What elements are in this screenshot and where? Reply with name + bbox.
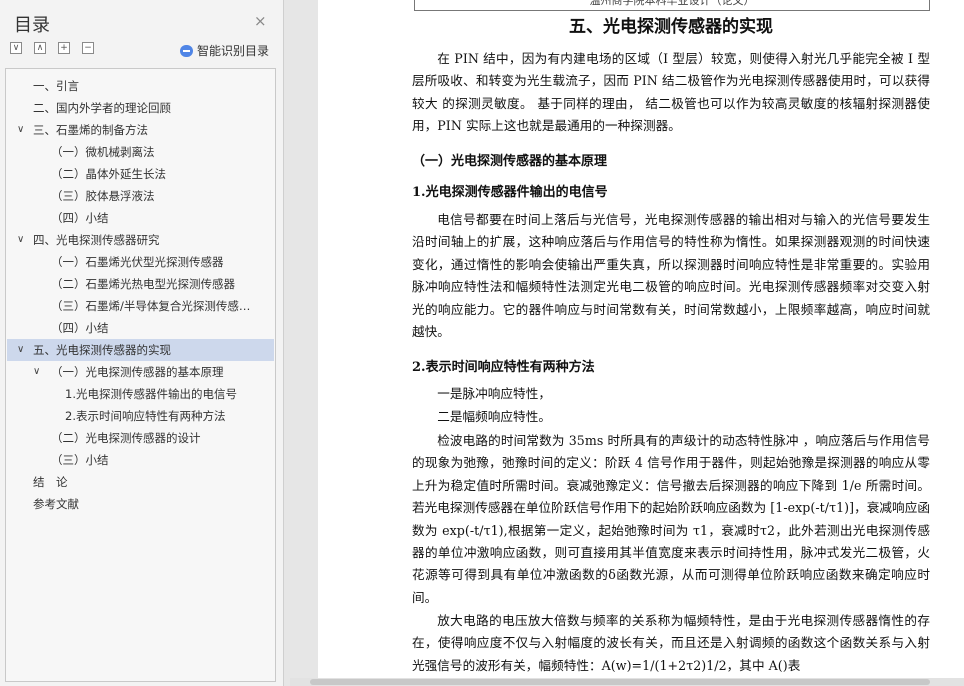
toc-item[interactable]: 结 论 [7, 471, 274, 493]
smart-toc-button[interactable]: 智能识别目录 [180, 42, 269, 59]
toc-item-label: 二、国内外学者的理论回顾 [33, 101, 171, 115]
smart-recognize-icon [180, 45, 193, 57]
toc-item[interactable]: （二）晶体外延生长法 [7, 163, 274, 185]
toc-item-label: （三）石墨烯/半导体复合光探测传感… [51, 299, 251, 313]
toc-item[interactable]: 2.表示时间响应特性有两种方法 [7, 405, 274, 427]
section-title: 五、光电探测传感器的实现 [569, 17, 773, 37]
toc-item-label: （二）光电探测传感器的设计 [51, 431, 201, 445]
toc-item-label: 一、引言 [33, 79, 79, 93]
toc-item[interactable]: 二、国内外学者的理论回顾 [7, 97, 274, 119]
toc-item-label: 三、石墨烯的制备方法 [33, 123, 148, 137]
toc-item-label: （一）微机械剥离法 [51, 145, 155, 159]
chevron-down-icon[interactable]: ∨ [17, 229, 24, 251]
paragraph-pin: 在 PIN 结中，因为有内建电场的区域（I 型层）较宽，则使得入射光几乎能完全被… [412, 51, 930, 134]
toc-item[interactable]: ∨ 五、光电探测传感器的实现 [7, 339, 274, 361]
chevron-down-icon[interactable]: ∨ [17, 339, 24, 361]
paragraph-amplitude-frequency: 放大电路的电压放大倍数与频率的关系称为幅频特性，是由于光电探测传感器惰性的存在，… [412, 613, 930, 673]
toc-item-label: 参考文献 [33, 497, 79, 511]
toc-item-label: 2.表示时间响应特性有两种方法 [65, 409, 226, 423]
toc-item-label: 1.光电探测传感器件输出的电信号 [65, 387, 237, 401]
smart-toc-label: 智能识别目录 [197, 44, 270, 58]
toc-item-label: （四）小结 [51, 321, 109, 335]
toc-item[interactable]: （一）石墨烯光伏型光探测传感器 [7, 251, 274, 273]
toc-item-label: （三）胶体悬浮液法 [51, 189, 155, 203]
horizontal-scrollbar[interactable] [290, 678, 964, 686]
add-heading-icon[interactable]: + [58, 42, 70, 54]
toc-item-label: 结 论 [33, 475, 68, 489]
paragraph-freq-response: 二是幅频响应特性。 [437, 409, 551, 424]
heading-output-signal: 1.光电探测传感器件输出的电信号 [412, 185, 608, 200]
toc-list: 一、引言二、国内外学者的理论回顾 ∨ 三、石墨烯的制备方法 （一）微机械剥离法 （二）晶… [5, 68, 276, 682]
toc-item-label: 五、光电探测传感器的实现 [33, 343, 171, 357]
expand-all-icon[interactable]: ∨ [10, 42, 22, 54]
close-icon[interactable]: × [254, 12, 267, 30]
toc-item-label: （一）石墨烯光伏型光探测传感器 [51, 255, 224, 269]
panel-splitter[interactable] [284, 0, 318, 686]
toc-item[interactable]: （一）微机械剥离法 [7, 141, 274, 163]
paragraph-inertia: 电信号都要在时间上落后与光信号，光电探测传感器的输出相对与输入的光信号要发生沿时… [412, 212, 930, 340]
toc-item[interactable]: 1.光电探测传感器件输出的电信号 [7, 383, 274, 405]
toc-item[interactable]: 一、引言 [7, 75, 274, 97]
toc-item-label: （二）晶体外延生长法 [51, 167, 166, 181]
toc-item[interactable]: （四）小结 [7, 317, 274, 339]
toc-item-label: （一）光电探测传感器的基本原理 [51, 365, 224, 379]
page-header: 温州商学院本科毕业设计（论文） [414, 0, 930, 11]
paragraph-pulse-response: 一是脉冲响应特性， [437, 386, 551, 401]
toc-item-label: 四、光电探测传感器研究 [33, 233, 160, 247]
toc-item[interactable]: ∨ 三、石墨烯的制备方法 [7, 119, 274, 141]
toc-item[interactable]: （三）小结 [7, 449, 274, 471]
toc-item-label: （四）小结 [51, 211, 109, 225]
toc-item[interactable]: 参考文献 [7, 493, 274, 515]
toc-item-label: （三）小结 [51, 453, 109, 467]
heading-basic-principle: （一）光电探测传感器的基本原理 [412, 154, 608, 169]
chevron-down-icon[interactable]: ∨ [17, 119, 24, 141]
navigation-panel: 目录 × ∨ ∧ + − 智能识别目录 一、引言二、国内外学者的理论回顾 ∨ 三、石… [0, 0, 284, 686]
scrollbar-thumb[interactable] [310, 679, 930, 685]
toc-item[interactable]: （二）石墨烯光热电型光探测传感器 [7, 273, 274, 295]
paragraph-relaxation: 检波电路的时间常数为 35ms 时所具有的声级计的动态特性脉冲 ，响应落后与作用… [412, 433, 930, 605]
chevron-down-icon[interactable]: ∨ [33, 361, 40, 383]
toc-item[interactable]: ∨ （一）光电探测传感器的基本原理 [7, 361, 274, 383]
toc-item[interactable]: （三）石墨烯/半导体复合光探测传感… [7, 295, 274, 317]
heading-time-response: 2.表示时间响应特性有两种方法 [412, 360, 595, 375]
toc-item[interactable]: （二）光电探测传感器的设计 [7, 427, 274, 449]
toc-item[interactable]: （三）胶体悬浮液法 [7, 185, 274, 207]
document-page: 温州商学院本科毕业设计（论文） 五、光电探测传感器的实现 在 PIN 结中，因为… [318, 0, 964, 678]
remove-heading-icon[interactable]: − [82, 42, 94, 54]
nav-title: 目录 [14, 15, 50, 36]
toc-item[interactable]: ∨ 四、光电探测传感器研究 [7, 229, 274, 251]
toc-item[interactable]: （四）小结 [7, 207, 274, 229]
collapse-all-icon[interactable]: ∧ [34, 42, 46, 54]
toc-item-label: （二）石墨烯光热电型光探测传感器 [51, 277, 235, 291]
